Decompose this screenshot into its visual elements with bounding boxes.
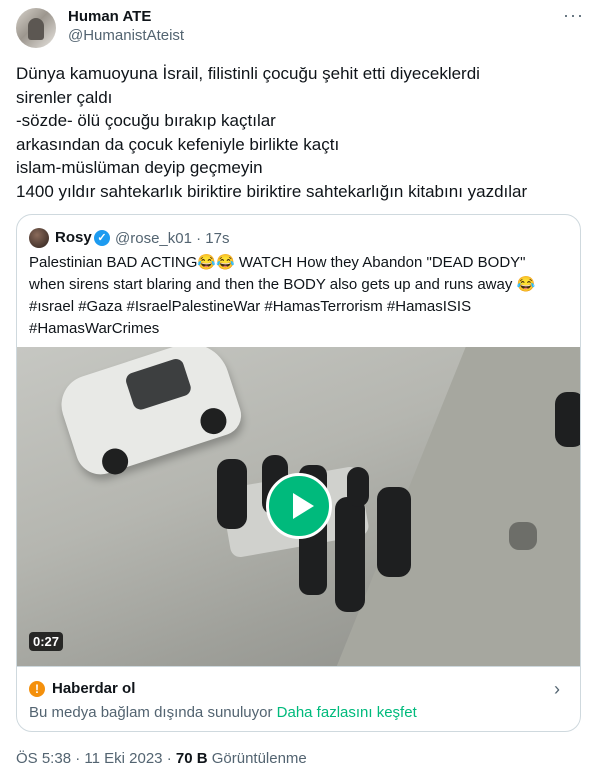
car-wheel: [197, 404, 230, 438]
video-person: [555, 392, 580, 447]
notice-description: Bu medya bağlam dışında sunuluyor: [29, 704, 273, 721]
video-person: [217, 459, 247, 529]
quoted-text: Palestinian BAD ACTING😂😂 WATCH How they …: [29, 252, 574, 340]
views-count: 70 B: [175, 750, 208, 767]
video-duration: 0:27: [29, 632, 64, 651]
video-person: [335, 497, 365, 612]
quoted-line: when sirens start blaring and then the B…: [29, 276, 536, 293]
author-name[interactable]: Human ATE: [68, 8, 151, 25]
video-object: [509, 522, 537, 550]
verified-badge-icon: ✓: [94, 230, 110, 246]
tweet-line: islam-müslüman deyip geçmeyin: [16, 158, 263, 177]
notice-title: Haberdar ol: [52, 680, 136, 697]
tweet-date[interactable]: 11 Eki 2023: [84, 750, 162, 767]
tweet-footer: ÖS 5:38 · 11 Eki 2023 · 70 B Görüntülenm…: [16, 750, 307, 767]
warning-icon: !: [29, 681, 45, 697]
car-window: [123, 356, 193, 412]
quoted-author-name[interactable]: Rosy: [55, 229, 92, 246]
quoted-meta: @rose_k01 · 17s: [115, 230, 229, 247]
notice-description-row: Bu medya bağlam dışında sunuluyor Daha f…: [29, 704, 417, 721]
author-avatar[interactable]: [16, 8, 56, 48]
tweet-time[interactable]: ÖS 5:38: [16, 750, 71, 767]
quoted-handle: @rose_k01: [115, 230, 192, 247]
tweet-line: 1400 yıldır sahtekarlık biriktire birikt…: [16, 181, 528, 201]
play-icon: [293, 493, 314, 519]
quoted-avatar[interactable]: [29, 228, 49, 248]
play-button[interactable]: [266, 473, 332, 539]
chevron-right-icon[interactable]: ›: [554, 679, 560, 700]
video-player[interactable]: 0:27: [17, 347, 580, 666]
video-person: [377, 487, 411, 577]
quoted-line: Palestinian BAD ACTING😂😂 WATCH How they …: [29, 254, 526, 271]
more-options-icon[interactable]: ···: [563, 6, 584, 24]
tweet-line: -sözde- ölü çocuğu bırakıp kaçtılar: [16, 111, 276, 130]
notice-link[interactable]: Daha fazlasını keşfet: [277, 704, 417, 721]
separator-dot: ·: [196, 230, 202, 247]
tweet-line: arkasından da çocuk kefeniyle birlikte k…: [16, 134, 340, 154]
context-notice[interactable]: ! Haberdar ol Bu medya bağlam dışında su…: [17, 666, 580, 731]
separator-dot: ·: [75, 750, 81, 767]
tweet-text: Dünya kamuoyuna İsrail, filistinli çocuğ…: [16, 62, 571, 203]
tweet-line: Dünya kamuoyuna İsrail, filistinli çocuğ…: [16, 64, 480, 83]
separator-dot: ·: [166, 750, 172, 767]
tweet-line: sirenler çaldı: [16, 87, 113, 107]
quoted-hashtags[interactable]: #ısrael #Gaza #IsraelPalestineWar #Hamas…: [29, 296, 574, 318]
views-label: Görüntülenme: [211, 750, 307, 767]
video-person: [347, 467, 369, 507]
author-handle[interactable]: @HumanistAteist: [68, 27, 184, 44]
avatar-figure: [28, 18, 44, 40]
quoted-tweet-card[interactable]: Rosy ✓ @rose_k01 · 17s Palestinian BAD A…: [16, 214, 581, 732]
quoted-hashtags[interactable]: #HamasWarCrimes: [29, 318, 574, 340]
quoted-time[interactable]: 17s: [205, 230, 229, 247]
